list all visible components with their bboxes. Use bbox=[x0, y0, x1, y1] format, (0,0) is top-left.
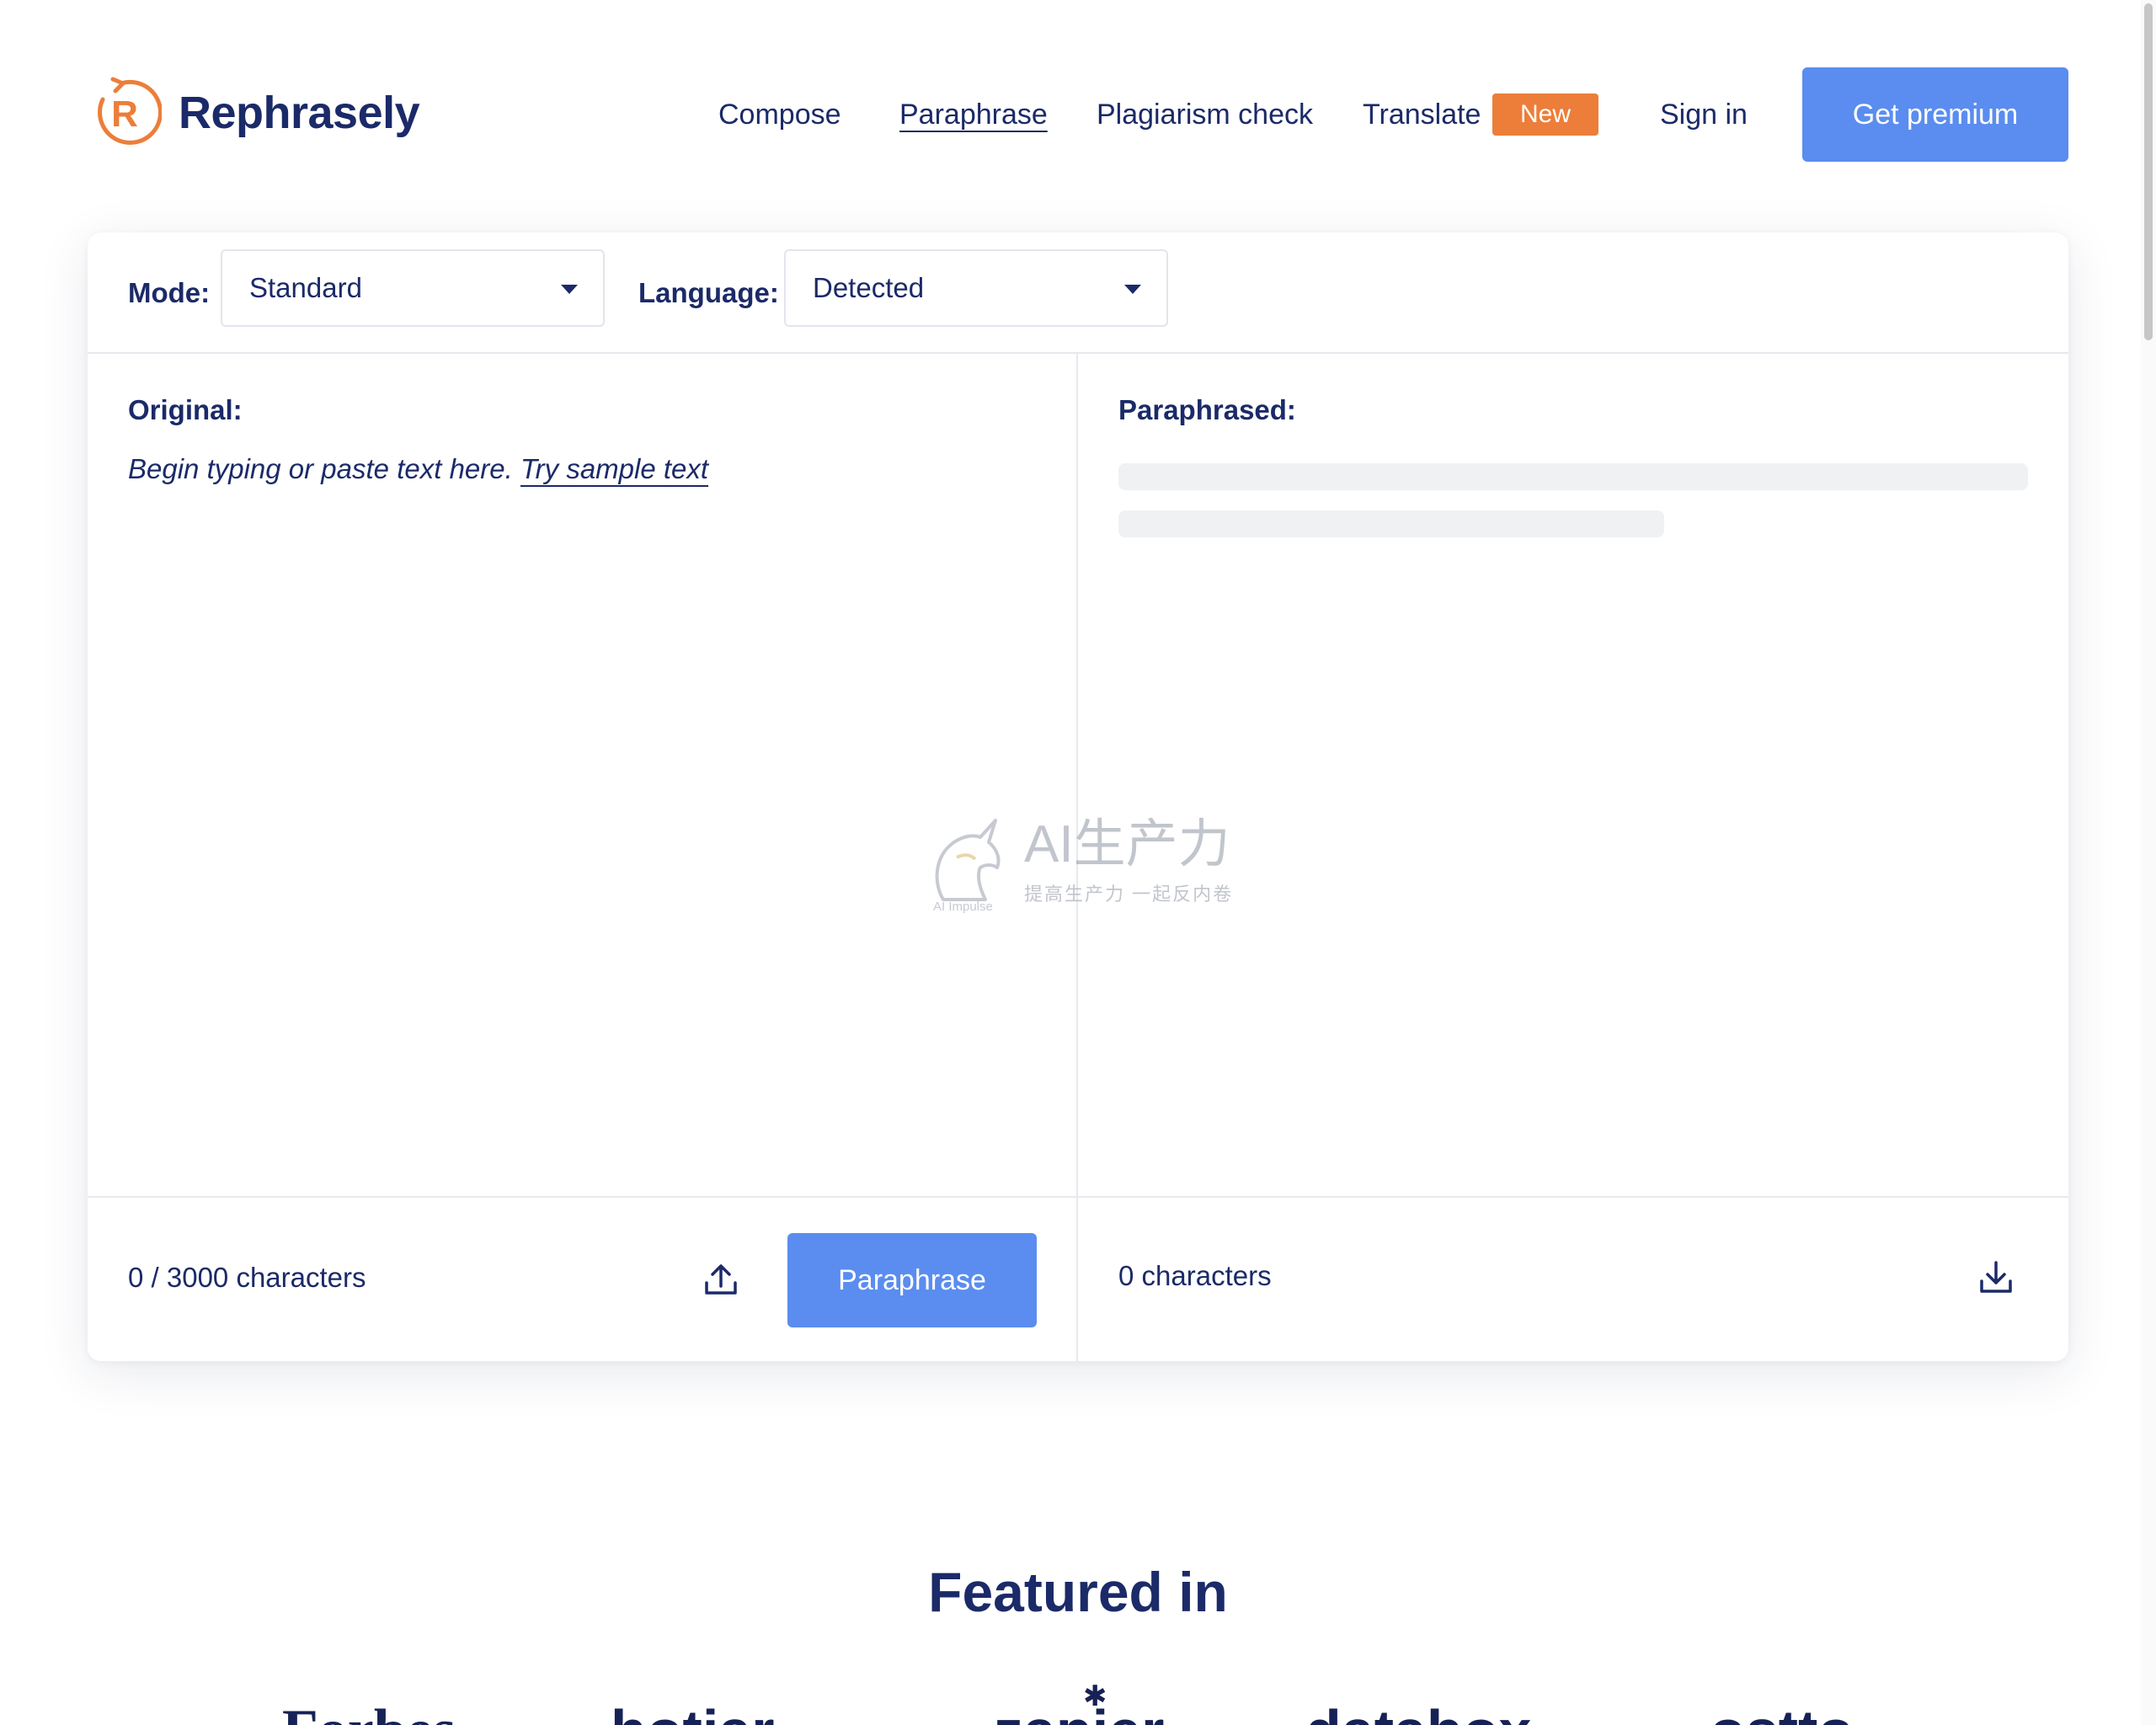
nav-plagiarism-check[interactable]: Plagiarism check bbox=[1097, 93, 1313, 136]
upload-icon[interactable] bbox=[701, 1259, 741, 1300]
forbes-logo: Forbes bbox=[282, 1693, 456, 1725]
nav-paraphrase[interactable]: Paraphrase bbox=[899, 93, 1048, 136]
scrollbar-thumb[interactable] bbox=[2144, 3, 2153, 340]
language-value: Detected bbox=[813, 272, 925, 303]
hotjar-logo: hotjar bbox=[611, 1693, 774, 1725]
output-character-count: 0 characters bbox=[1118, 1260, 1272, 1291]
featured-logo-strip: Forbes hotjar zapier databox ostto bbox=[0, 1693, 2156, 1725]
watermark: AI Impulse AI生产力 提高生产力 一起反内卷 bbox=[926, 815, 1234, 914]
output-skeleton-line bbox=[1118, 510, 1664, 537]
input-placeholder: Begin typing or paste text here. bbox=[128, 453, 513, 484]
databox-logo: databox bbox=[1305, 1693, 1531, 1725]
chevron-down-icon bbox=[1124, 285, 1141, 294]
mode-label: Mode: bbox=[128, 277, 211, 308]
zapier-asterisk-icon: ✱ bbox=[1083, 1680, 1107, 1712]
mode-select[interactable]: Standard bbox=[221, 249, 605, 327]
paraphraser-card: Mode: Standard Language: Detected Origin… bbox=[88, 232, 2068, 1361]
try-sample-text-link[interactable]: Try sample text bbox=[520, 453, 708, 484]
chevron-down-icon bbox=[561, 285, 578, 294]
zapier-logo: zapier bbox=[994, 1693, 1164, 1725]
footer-divider bbox=[88, 1196, 2068, 1198]
new-badge: New bbox=[1492, 93, 1598, 136]
original-title: Original: bbox=[128, 394, 243, 425]
nav-compose[interactable]: Compose bbox=[718, 93, 841, 136]
editor-toolbar: Mode: Standard Language: Detected bbox=[88, 232, 2068, 354]
watermark-title: AI生产力 bbox=[1024, 815, 1230, 873]
paraphrased-title: Paraphrased: bbox=[1118, 394, 1296, 425]
download-icon[interactable] bbox=[1976, 1258, 2016, 1298]
input-character-count: 0 / 3000 characters bbox=[128, 1262, 366, 1293]
get-premium-button[interactable]: Get premium bbox=[1802, 67, 2068, 162]
sign-in-link[interactable]: Sign in bbox=[1660, 93, 1748, 136]
unicorn-watermark-icon bbox=[935, 819, 1001, 901]
mode-value: Standard bbox=[249, 272, 362, 303]
nav-translate[interactable]: Translate bbox=[1363, 93, 1481, 136]
language-label: Language: bbox=[638, 277, 779, 308]
language-select[interactable]: Detected bbox=[784, 249, 1168, 327]
paraphrase-button[interactable]: Paraphrase bbox=[787, 1233, 1037, 1327]
featured-title: Featured in bbox=[928, 1561, 1228, 1623]
ostto-logo: ostto bbox=[1710, 1693, 1854, 1725]
original-input[interactable]: Begin typing or paste text here. Try sam… bbox=[128, 453, 708, 485]
output-skeleton-line bbox=[1118, 463, 2028, 490]
watermark-subtitle: 提高生产力 一起反内卷 bbox=[1024, 884, 1234, 905]
page-scrollbar[interactable] bbox=[2141, 0, 2156, 1725]
watermark-small-text: AI Impulse bbox=[933, 900, 993, 914]
